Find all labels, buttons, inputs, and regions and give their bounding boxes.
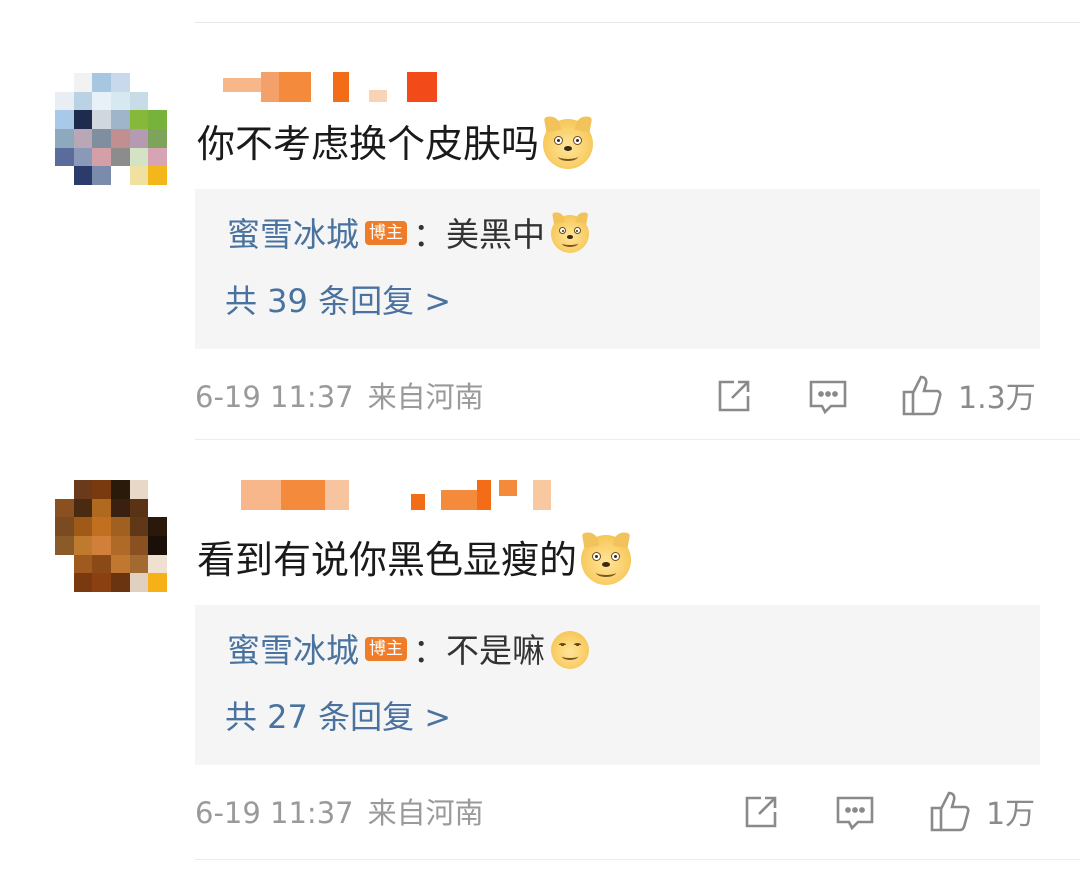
reply-author-link[interactable]: 蜜雪冰城 — [227, 631, 359, 670]
share-icon — [718, 380, 750, 412]
reply-author-link[interactable]: 蜜雪冰城 — [227, 215, 359, 254]
like-count: 1.3万 — [958, 381, 1036, 416]
reply-line: 蜜雪冰城 博主 ：不是嘛 — [227, 629, 589, 673]
avatar-pixelated-image — [55, 480, 167, 592]
thumbs-up-icon — [930, 791, 970, 832]
comment-text: 你不考虑换个皮肤吗 — [197, 114, 594, 169]
reply-text: ：不是嘛 — [413, 631, 545, 670]
like-button[interactable]: 1.3万 — [900, 372, 1036, 418]
username-redacted[interactable] — [215, 480, 575, 510]
reply-box[interactable]: 蜜雪冰城 博主 ：美黑中 共 39 条回复 > — [195, 189, 1040, 349]
location: 来自河南 — [367, 796, 484, 830]
comment-icon — [809, 380, 847, 415]
share-button[interactable] — [741, 792, 781, 832]
reply-box[interactable]: 蜜雪冰城 博主 ：不是嘛 共 27 条回复 > — [195, 605, 1040, 765]
comment-meta: 6-19 11:37 来自河南 — [195, 377, 484, 417]
username-redacted[interactable] — [215, 72, 445, 102]
avatar-pixelated-image — [55, 73, 167, 185]
avatar[interactable] — [55, 73, 167, 185]
like-count: 1万 — [986, 797, 1036, 832]
view-more-replies-link[interactable]: 共 27 条回复 > — [225, 695, 451, 739]
doge-emoji-icon — [581, 530, 632, 585]
comment-meta: 6-19 11:37 来自河南 — [195, 793, 484, 833]
comment-text: 看到有说你黑色显瘦的 — [197, 530, 632, 585]
share-button[interactable] — [714, 376, 754, 416]
doge-emoji-icon — [543, 114, 594, 169]
comment-item: 你不考虑换个皮肤吗 蜜雪冰城 博主 ：美黑中 共 39 条回复 > 6-19 11:… — [0, 0, 1080, 440]
comment-divider — [195, 859, 1080, 860]
thumbs-up-icon — [902, 375, 942, 416]
comment-button[interactable] — [834, 792, 876, 834]
reply-text: ：美黑中 — [413, 215, 545, 254]
doge-emoji-icon — [551, 210, 589, 253]
author-badge: 博主 — [365, 220, 407, 245]
author-badge: 博主 — [365, 636, 407, 661]
location: 来自河南 — [367, 380, 484, 414]
share-icon — [745, 796, 777, 828]
comment-item: 看到有说你黑色显瘦的 蜜雪冰城 博主 ：不是嘛 共 27 条回复 > 6-19 11… — [0, 440, 1080, 874]
comment-button[interactable] — [807, 376, 849, 418]
timestamp: 6-19 11:37 — [195, 380, 354, 414]
like-button[interactable]: 1万 — [928, 788, 1035, 834]
reply-line: 蜜雪冰城 博主 ：美黑中 — [227, 210, 589, 257]
avatar[interactable] — [55, 480, 167, 592]
smirk-emoji-icon — [551, 630, 589, 669]
comment-icon — [836, 796, 874, 831]
timestamp: 6-19 11:37 — [195, 796, 354, 830]
view-more-replies-link[interactable]: 共 39 条回复 > — [225, 279, 451, 323]
